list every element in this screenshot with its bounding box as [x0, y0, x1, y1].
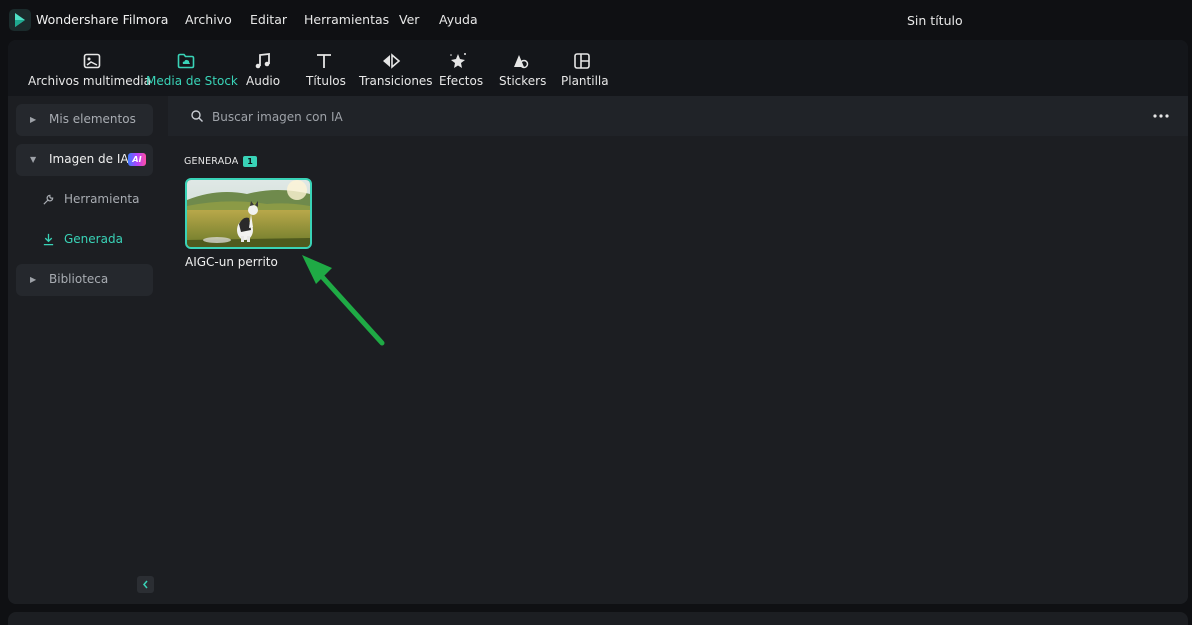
tab-label: Audio — [246, 74, 281, 88]
thumbnail-label: AIGC-un perrito — [185, 255, 278, 269]
menu-archivo[interactable]: Archivo — [185, 12, 232, 27]
transitions-icon — [383, 53, 401, 69]
effects-icon — [450, 53, 466, 68]
more-options-icon[interactable] — [1150, 108, 1172, 124]
sidebar-item-label: Biblioteca — [49, 272, 109, 286]
sidebar-item-label: Generada — [64, 232, 123, 246]
media-files-icon — [83, 53, 101, 69]
search-icon — [191, 110, 203, 122]
stock-media-icon — [177, 53, 195, 69]
sidebar-item-label: Mis elementos — [49, 112, 136, 126]
tab-label: Plantilla — [561, 74, 609, 88]
tab-archivos-multimedia[interactable]: Archivos multimedia — [28, 40, 151, 96]
caret-right-icon: ▶ — [30, 275, 37, 284]
tab-efectos[interactable]: Efectos — [439, 40, 483, 96]
tab-titulos[interactable]: Títulos — [306, 40, 346, 96]
tab-transiciones[interactable]: Transiciones — [359, 40, 433, 96]
download-icon — [43, 233, 54, 246]
sidebar-item-mis-elementos[interactable]: ▶ Mis elementos — [16, 104, 153, 136]
tab-label: Títulos — [306, 74, 346, 88]
menu-editar[interactable]: Editar — [250, 12, 287, 27]
tab-plantilla[interactable]: Plantilla — [561, 40, 609, 96]
filmora-logo-icon — [9, 9, 31, 31]
caret-right-icon: ▶ — [30, 115, 37, 124]
template-icon — [574, 53, 590, 69]
search-input[interactable] — [210, 105, 814, 129]
app-name: Wondershare Filmora — [36, 12, 169, 27]
timeline-panel-edge — [8, 612, 1188, 625]
sidebar-item-biblioteca[interactable]: ▶ Biblioteca — [16, 264, 153, 296]
main-panel: Archivos multimedia Media de Stock Audio… — [8, 40, 1188, 604]
menu-ver[interactable]: Ver — [399, 12, 419, 27]
tab-audio[interactable]: Audio — [246, 40, 280, 96]
title-bar: Wondershare Filmora Archivo Editar Herra… — [0, 0, 1192, 40]
chevron-left-icon — [143, 580, 148, 589]
tab-label: Stickers — [499, 74, 547, 88]
collapse-sidebar-button[interactable] — [137, 576, 154, 593]
tab-stickers[interactable]: Stickers — [499, 40, 547, 96]
stickers-icon — [514, 55, 529, 69]
tab-label: Media de Stock — [146, 74, 238, 88]
generated-image-thumbnail[interactable] — [185, 178, 312, 249]
tab-label: Efectos — [439, 74, 484, 88]
document-title: Sin título — [907, 13, 963, 28]
sidebar: ▶ Mis elementos ▼ Imagen de IA AI Herram… — [8, 96, 168, 604]
media-toolbar: Archivos multimedia Media de Stock Audio… — [8, 40, 1188, 96]
count-badge: 1 — [243, 156, 257, 167]
menu-herramientas[interactable]: Herramientas — [304, 12, 389, 27]
sidebar-item-imagen-de-ia[interactable]: ▼ Imagen de IA AI — [16, 144, 153, 176]
tab-label: Archivos multimedia — [28, 74, 151, 88]
tab-label: Transiciones — [359, 74, 433, 88]
text-icon — [317, 54, 331, 68]
content-area: GENERADA 1 — [168, 96, 1188, 604]
sidebar-item-label: Imagen de IA — [49, 152, 129, 166]
dog-image-thumbnail — [187, 180, 310, 247]
menu-ayuda[interactable]: Ayuda — [439, 12, 478, 27]
music-note-icon — [255, 52, 270, 69]
caret-down-icon: ▼ — [30, 155, 37, 164]
wrench-icon — [43, 194, 54, 205]
section-title: GENERADA — [184, 156, 239, 167]
search-bar — [168, 96, 1188, 136]
sidebar-item-label: Herramienta — [64, 192, 140, 206]
tab-media-de-stock[interactable]: Media de Stock — [146, 40, 238, 96]
ai-badge: AI — [128, 153, 146, 166]
